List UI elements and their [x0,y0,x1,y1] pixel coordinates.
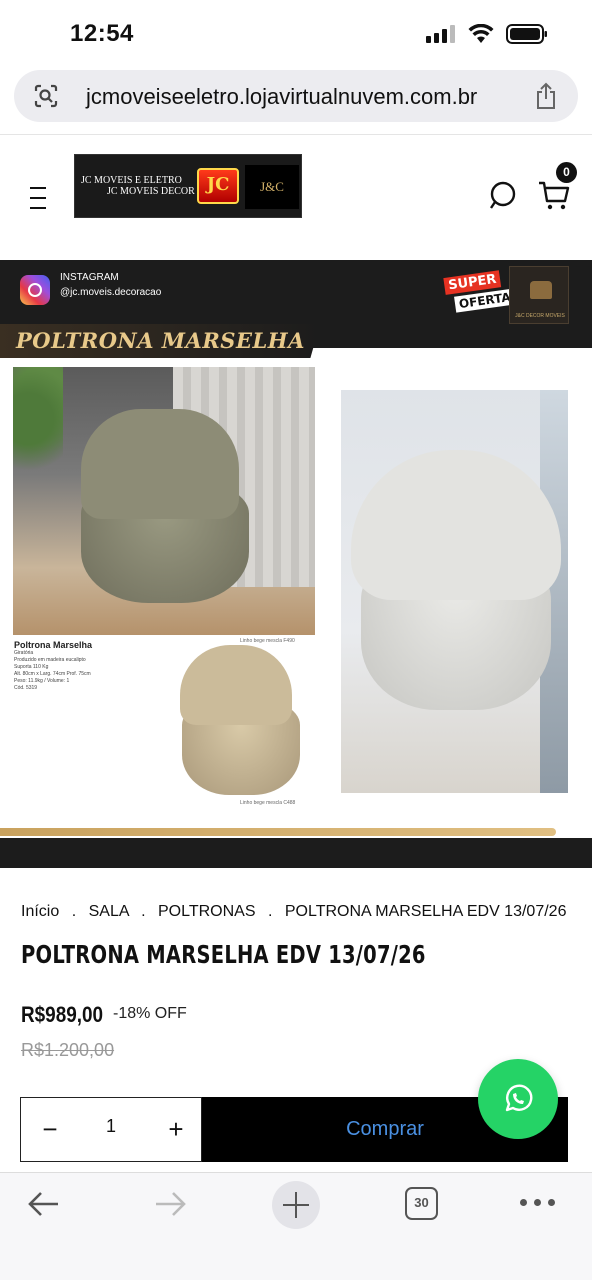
cart-icon[interactable] [538,179,570,211]
color-caption: Linho bege mescla C488 [240,800,296,806]
forward-arrow-icon[interactable] [152,1189,188,1219]
discount-label: -18% OFF [113,1005,187,1022]
instagram-handle: @jc.moveis.decoracao [60,287,162,298]
browser-bottom-toolbar: 30 [0,1172,592,1280]
product-title: POLTRONA MARSELHA EDV 13/07/26 [21,940,426,969]
breadcrumb-sala[interactable]: SALA [89,903,129,920]
site-header: JC MOVEIS E ELETRO JC MOVEIS DECOR JC J&… [0,135,592,259]
lens-icon[interactable] [32,82,60,110]
logo-mark: JC [197,168,239,204]
chair-icon [530,281,552,299]
breadcrumb-separator: . [141,903,146,920]
url-text[interactable]: jcmoveiseeletro.lojavirtualnuvem.com.br [86,84,477,110]
logo-mark-decor: J&C [245,165,299,209]
new-tab-button[interactable] [272,1181,320,1229]
status-time: 12:54 [70,20,134,47]
breadcrumb-poltronas[interactable]: POLTRONAS [158,903,256,920]
whatsapp-icon [505,1084,533,1112]
address-bar[interactable]: jcmoveiseeletro.lojavirtualnuvem.com.br [14,70,578,122]
whatsapp-button[interactable] [478,1059,558,1139]
wifi-icon [468,24,494,43]
breadcrumb-current: POLTRONA MARSELHA EDV 13/07/26 [284,903,567,920]
tabs-button[interactable]: 30 [405,1187,438,1220]
status-icons [426,24,548,44]
instagram-label: INSTAGRAM [60,272,119,283]
chair-photo-real [341,390,568,793]
gold-divider [0,828,556,836]
signal-icon [426,25,455,43]
quantity-stepper: − 1 + [20,1097,202,1162]
back-arrow-icon[interactable] [26,1189,62,1219]
quantity-decrease-button[interactable]: − [37,1116,63,1142]
super-oferta-badge: SUPER OFERTA [443,270,516,319]
hamburger-menu-icon[interactable] [30,187,46,209]
chair-photo-main [13,367,315,635]
breadcrumb: Início . SALA . POLTRONAS . POLTRONA MAR… [21,903,566,921]
title-banner: POLTRONA MARSELHA [0,324,320,358]
logo-text: JC MOVEIS E ELETRO JC MOVEIS DECOR [81,175,195,197]
battery-icon [506,24,547,44]
more-options-icon[interactable] [520,1199,556,1207]
share-icon[interactable] [534,82,558,110]
quantity-input[interactable]: 1 [101,1116,121,1137]
status-bar: 12:54 [0,0,592,66]
chair-photo-small [170,645,310,795]
color-caption: Linho bege mescla F490 [240,638,295,644]
instagram-icon [20,275,50,305]
spec-block: Poltrona Marselha Giratória Produzido em… [14,640,93,691]
decor-logo: J&C DECOR MOVEIS [509,266,569,324]
quantity-increase-button[interactable]: + [163,1116,189,1142]
breadcrumb-home[interactable]: Início [21,903,59,920]
search-icon[interactable] [488,181,518,211]
product-price: R$989,00 [21,1002,104,1027]
cart-count-badge: 0 [556,162,577,183]
product-image[interactable]: INSTAGRAM @jc.moveis.decoracao SUPER OFE… [0,260,592,868]
breadcrumb-separator: . [267,903,273,920]
old-price: R$1.200,00 [21,1040,115,1060]
store-logo[interactable]: JC MOVEIS E ELETRO JC MOVEIS DECOR JC J&… [74,154,302,218]
image-bottom-bar [0,838,592,868]
breadcrumb-separator: . [71,903,77,920]
